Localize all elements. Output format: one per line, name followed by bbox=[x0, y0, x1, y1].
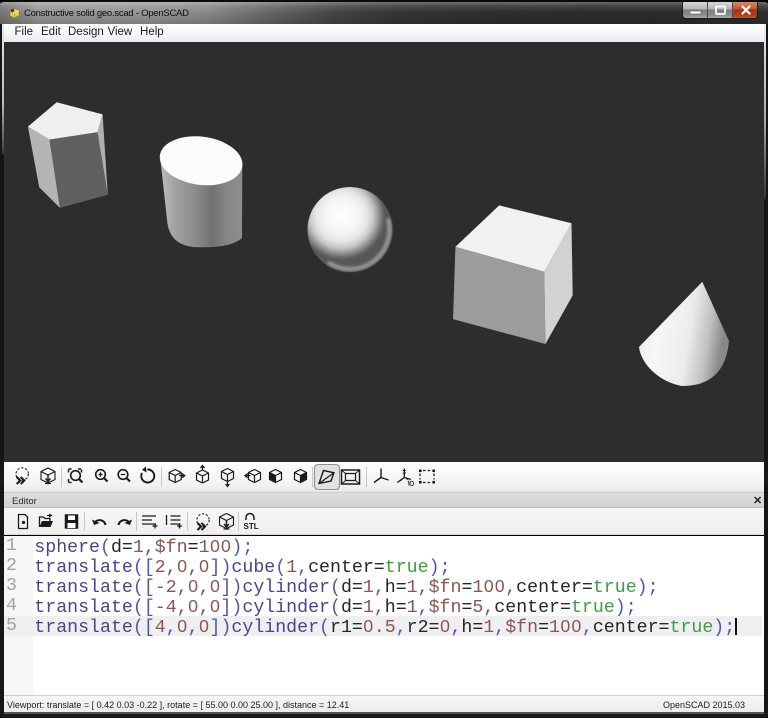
svg-text:STL: STL bbox=[244, 522, 259, 531]
